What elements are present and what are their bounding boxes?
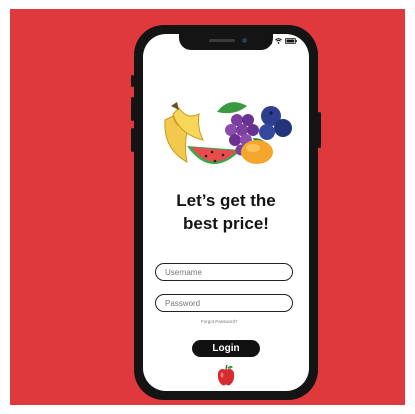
wifi-icon (275, 38, 282, 44)
forgot-password-link[interactable]: Forgot Password? (201, 319, 238, 324)
login-button[interactable]: Login (192, 340, 260, 357)
power-button (318, 112, 321, 148)
fruit-illustration-icon (164, 102, 292, 165)
volume-down-button (131, 128, 134, 152)
signal-icon (264, 38, 272, 44)
notch (179, 34, 273, 50)
apple-icon (217, 364, 235, 386)
speaker (209, 39, 235, 42)
camera (242, 38, 247, 43)
phone-screen: Let’s get the best price! Forgot Passwor… (143, 34, 309, 391)
mute-switch (131, 75, 134, 87)
username-input[interactable] (155, 263, 293, 281)
status-bar (264, 38, 297, 44)
battery-icon (285, 38, 297, 44)
title-line-2: best price! (183, 214, 269, 233)
volume-up-button (131, 97, 134, 121)
title-line-1: Let’s get the (176, 191, 276, 210)
password-input[interactable] (155, 294, 293, 312)
page-title: Let’s get the best price! (143, 189, 309, 235)
